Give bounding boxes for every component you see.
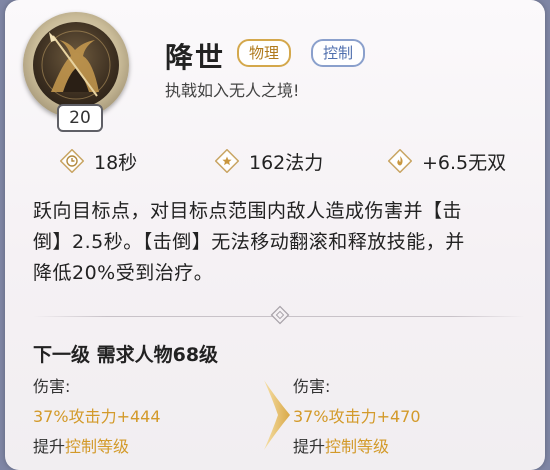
chevron-right-icon (264, 380, 290, 450)
skill-quote: 执戟如入无人之境! (165, 81, 300, 100)
description-line: 跃向目标点，对目标点范围内敌人造成伤害并【击 (33, 200, 463, 222)
star-icon (215, 149, 239, 173)
skill-level-badge: 20 (57, 104, 103, 132)
upgrade-line: 提升控制等级 (33, 432, 243, 462)
mana-value: 162法力 (249, 151, 324, 174)
cooldown-stat: 18秒 (60, 146, 137, 176)
musou-value: +6.5无双 (422, 151, 507, 174)
upgrade-prefix: 提升 (293, 437, 326, 456)
damage-label: 伤害: (33, 377, 71, 396)
damage-value: 37%攻击力+444 (33, 407, 161, 426)
description-line: 降低20%受到治疗。 (33, 262, 214, 284)
next-level-stats: 伤害: 37%攻击力+470 提升控制等级 (293, 372, 503, 462)
damage-label: 伤害: (293, 377, 331, 396)
musou-stat: +6.5无双 (388, 146, 506, 176)
next-level-title: 下一级 需求人物68级 (33, 344, 219, 366)
tag-physical: 物理 (237, 39, 292, 67)
skill-name: 降世 (165, 41, 226, 74)
cooldown-value: 18秒 (94, 151, 138, 174)
divider-diamond-icon (270, 305, 290, 325)
mana-stat: 162法力 (215, 146, 323, 176)
skill-tooltip-card: 20 降世 物理 控制 执戟如入无人之境! 18秒 162法力 +6.5无双 跃… (5, 0, 545, 470)
upgrade-highlight: 控制等级 (65, 437, 130, 456)
description-line: 倒】2.5秒。【击倒】无法移动翻滚和释放技能，并 (33, 231, 465, 253)
upgrade-prefix: 提升 (33, 437, 66, 456)
upgrade-line: 提升控制等级 (293, 432, 503, 462)
flame-icon (388, 149, 412, 173)
minotaur-portrait-icon (33, 22, 119, 108)
damage-value: 37%攻击力+470 (293, 407, 421, 426)
tag-control: 控制 (311, 39, 366, 67)
clock-icon (60, 149, 84, 173)
current-level-stats: 伤害: 37%攻击力+444 提升控制等级 (33, 372, 243, 462)
skill-icon: 20 (23, 12, 133, 132)
upgrade-highlight: 控制等级 (325, 437, 390, 456)
skill-description: 跃向目标点，对目标点范围内敌人造成伤害并【击 倒】2.5秒。【击倒】无法移动翻滚… (33, 196, 525, 289)
